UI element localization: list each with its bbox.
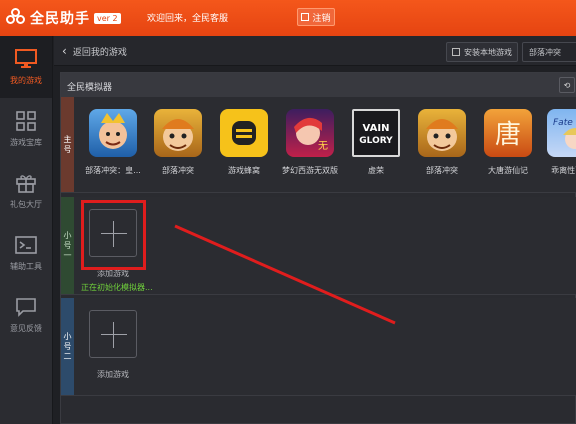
app-window: 全民助手 ver 2 欢迎回来，全民客服 注销 我的游戏 游戏宝库 礼包大厅 辅… [0, 0, 576, 424]
annotation-arrow [174, 224, 396, 325]
